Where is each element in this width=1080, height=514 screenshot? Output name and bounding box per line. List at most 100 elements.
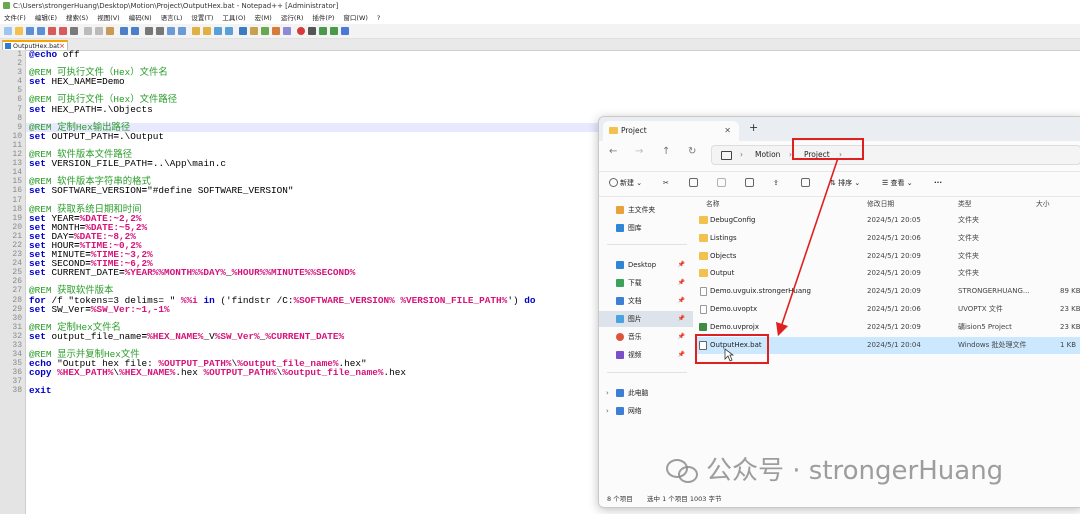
cut-icon[interactable]: ✂ [663, 177, 669, 189]
nav-gallery[interactable]: 图库 [599, 220, 693, 236]
function-list-icon[interactable] [272, 27, 280, 35]
stop-macro-icon[interactable] [308, 27, 316, 35]
menu-window[interactable]: 窗口(W) [343, 14, 368, 22]
paste-icon[interactable] [717, 177, 728, 189]
column-name[interactable]: 名称 [706, 198, 720, 208]
code-line[interactable]: 5 [17, 86, 1080, 95]
nav-downloads[interactable]: 下载 📌 [599, 275, 693, 291]
word-wrap-icon[interactable] [214, 27, 222, 35]
nav-label: 下载 [628, 279, 642, 287]
nav-this-pc[interactable]: › 此电脑 [599, 385, 693, 401]
nav-label: 主文件夹 [628, 206, 656, 214]
open-file-icon[interactable] [15, 27, 23, 35]
close-icon[interactable] [48, 27, 56, 35]
back-arrow-icon[interactable]: ← [609, 146, 617, 157]
menu-plugins[interactable]: 插件(P) [312, 14, 334, 22]
new-label: 新建 [620, 179, 634, 187]
file-row[interactable]: Output 2024/5/1 20:09 文件夹 [696, 265, 1080, 282]
menu-tools[interactable]: 工具(O) [222, 14, 245, 22]
nav-videos[interactable]: 视频 📌 [599, 347, 693, 363]
column-size[interactable]: 大小 [1036, 198, 1050, 208]
doc-map-icon[interactable] [261, 27, 269, 35]
chevron-right-icon[interactable]: › [606, 385, 609, 401]
menu-encoding[interactable]: 编码(N) [129, 14, 152, 22]
menu-file[interactable]: 文件(F) [4, 14, 26, 22]
nav-documents[interactable]: 文档 📌 [599, 293, 693, 309]
sync-scroll-icon[interactable] [192, 27, 200, 35]
save-macro-icon[interactable] [341, 27, 349, 35]
watermark: 公众号 · strongerHuang [666, 453, 1003, 489]
close-tab-icon[interactable]: ✕ [724, 121, 731, 141]
paste-icon[interactable] [106, 27, 114, 35]
record-macro-icon[interactable] [297, 27, 305, 35]
close-all-icon[interactable] [59, 27, 67, 35]
code-line[interactable]: 6 @REM 可执行文件（Hex）文件路径 [17, 95, 1080, 104]
save-all-icon[interactable] [37, 27, 45, 35]
folder-workspace-icon[interactable] [283, 27, 291, 35]
zoom-in-icon[interactable] [167, 27, 175, 35]
code-line[interactable]: 4 set HEX_NAME=Demo [17, 77, 1080, 86]
menu-view[interactable]: 视图(V) [97, 14, 120, 22]
nav-home[interactable]: 主文件夹 [599, 202, 693, 218]
redo-icon[interactable] [131, 27, 139, 35]
nav-network[interactable]: › 网络 [599, 403, 693, 419]
run-macro-multiple-icon[interactable] [330, 27, 338, 35]
code-line[interactable]: 3 @REM 可执行文件（Hex）文件名 [17, 68, 1080, 77]
all-chars-icon[interactable] [225, 27, 233, 35]
menu-run[interactable]: 运行(R) [281, 14, 304, 22]
nav-desktop[interactable]: Desktop 📌 [599, 257, 693, 273]
copy-icon[interactable] [95, 27, 103, 35]
replace-icon[interactable] [156, 27, 164, 35]
menu-edit[interactable]: 编辑(E) [35, 14, 57, 22]
file-name: Output [710, 269, 735, 278]
menu-macro[interactable]: 宏(M) [255, 14, 272, 22]
print-icon[interactable] [70, 27, 78, 35]
find-icon[interactable] [145, 27, 153, 35]
column-date[interactable]: 修改日期 [867, 198, 894, 208]
file-row[interactable]: DebugConfig 2024/5/1 20:05 文件夹 [696, 212, 1080, 229]
refresh-icon[interactable]: ↻ [688, 146, 696, 157]
file-row[interactable]: Listings 2024/5/1 20:06 文件夹 [696, 230, 1080, 247]
line-number: 17 [12, 195, 22, 205]
undo-icon[interactable] [120, 27, 128, 35]
line-number: 19 [12, 213, 22, 223]
zoom-out-icon[interactable] [178, 27, 186, 35]
rename-shape [745, 178, 754, 187]
divider [607, 244, 687, 245]
new-tab-button[interactable]: + [749, 121, 758, 134]
cut-icon[interactable] [84, 27, 92, 35]
menu-help[interactable]: ? [377, 14, 380, 22]
chevron-right-icon[interactable]: › [606, 403, 609, 419]
view-button[interactable]: ☰ 查看 ⌄ [882, 177, 913, 189]
indent-guide-icon[interactable] [239, 27, 247, 35]
up-arrow-icon[interactable]: ↑ [662, 146, 670, 157]
new-file-icon[interactable] [4, 27, 12, 35]
more-options-icon[interactable]: ··· [934, 177, 942, 189]
menu-search[interactable]: 搜索(S) [66, 14, 88, 22]
save-icon[interactable] [26, 27, 34, 35]
forward-arrow-icon[interactable]: → [635, 146, 643, 157]
copy-shape [689, 178, 698, 187]
nav-music[interactable]: 音乐 📌 [599, 329, 693, 345]
code-line[interactable]: 1 @echo off [17, 50, 1080, 59]
code-line[interactable]: 7 set HEX_PATH=.\Objects [17, 104, 1080, 113]
copy-icon[interactable] [689, 177, 700, 189]
rename-icon[interactable] [745, 177, 756, 189]
nav-pictures[interactable]: 图片 📌 [599, 311, 693, 327]
file-row[interactable]: Demo.uvoptx 2024/5/1 20:06 UVOPTX 文件 23 KB [696, 301, 1080, 318]
udl-icon[interactable] [250, 27, 258, 35]
file-name: DebugConfig [710, 216, 756, 224]
mouse-cursor-icon [724, 348, 734, 362]
tab-project[interactable]: Project ✕ [603, 121, 739, 141]
play-macro-icon[interactable] [319, 27, 327, 35]
file-row[interactable]: Demo.uvguix.strongerHuang 2024/5/1 20:09 S… [696, 283, 1080, 300]
file-row[interactable]: Objects 2024/5/1 20:09 文件夹 [696, 248, 1080, 265]
gallery-icon [616, 224, 624, 232]
column-type[interactable]: 类型 [958, 198, 972, 208]
menu-language[interactable]: 语言(L) [161, 14, 183, 22]
videos-icon [616, 351, 624, 359]
new-button[interactable]: 新建 ⌄ [609, 177, 642, 189]
code-line[interactable]: 2 [17, 59, 1080, 68]
menu-settings[interactable]: 设置(T) [191, 14, 213, 22]
sync-h-icon[interactable] [203, 27, 211, 35]
